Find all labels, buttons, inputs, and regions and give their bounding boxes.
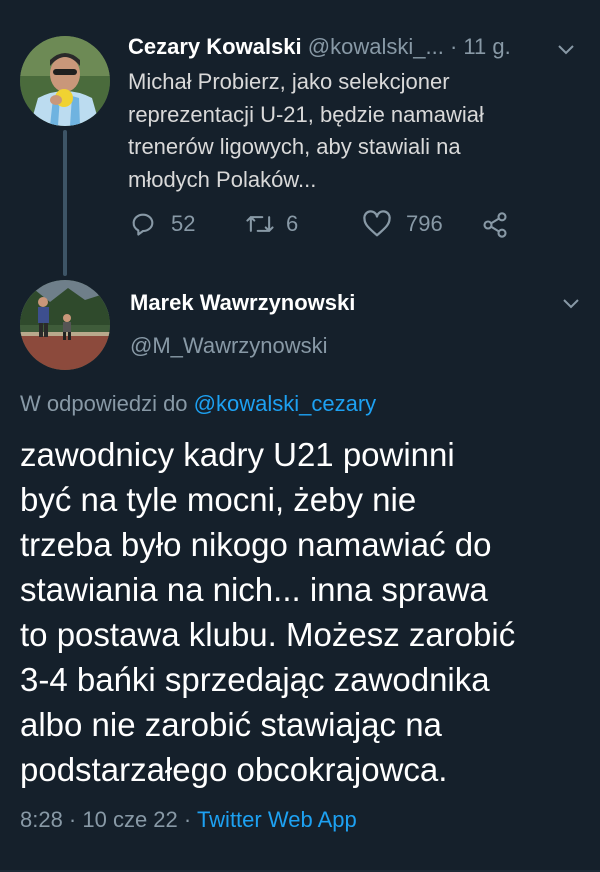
reply-count: 52 (171, 211, 196, 236)
like-button[interactable]: 796 (362, 210, 443, 238)
tweet2-source-link[interactable]: Twitter Web App (197, 807, 357, 832)
tweet2-text-line: stawiania na nich... inna sprawa (20, 571, 488, 608)
avatar-cezary-kowalski[interactable] (20, 36, 110, 126)
tweet2-text: zawodnicy kadry U21 powinni być na tyle … (20, 432, 515, 792)
chevron-down-icon[interactable] (559, 291, 583, 315)
tweet2-text-line: to postawa klubu. Możesz zarobić (20, 616, 516, 653)
tweet2-meta: 8:28 · 10 cze 22 · Twitter Web App (20, 807, 357, 833)
tweet2-author-name[interactable]: Marek Wawrzynowski (130, 290, 355, 316)
avatar-image (20, 36, 110, 126)
avatar-image (20, 280, 110, 370)
tweet2-text-line: zawodnicy kadry U21 powinni (20, 436, 455, 473)
thread-connector-line (63, 130, 67, 276)
tweet1-text-line: trenerów ligowych, aby stawiali na (128, 134, 461, 159)
tweet1-time-separator: · (449, 34, 458, 59)
retweet-icon (246, 216, 274, 232)
share-icon[interactable] (481, 211, 509, 239)
tweet1-text-line: młodych Polaków... (128, 166, 317, 192)
reply-to-mention-link[interactable]: @kowalski_cezary (194, 391, 377, 416)
reply-button[interactable]: 52 (129, 210, 195, 238)
reply-icon (132, 213, 154, 236)
tweet1-text-line: reprezentacji U-21, będzie namawiał (128, 101, 484, 127)
tweet1-time[interactable]: 11 g. (463, 34, 510, 59)
tweet2-text-line: albo nie zarobić stawiając na (20, 706, 442, 743)
like-count: 796 (406, 211, 443, 236)
retweet-count: 6 (286, 211, 299, 236)
reply-context-label: W odpowiedzi do (20, 391, 188, 416)
tweet2-text-line: trzeba było nikogo namawiać do (20, 526, 492, 563)
tweet1-text-line: Michał Probierz, jako selekcjoner (128, 69, 450, 94)
tweet2-text-line: podstarzałego obcokrajowca. (20, 751, 448, 788)
tweet1-author-name[interactable]: Cezary Kowalski (128, 34, 302, 59)
tweet2-text-line: 3-4 bańki sprzedając zawodnika (20, 661, 490, 698)
chevron-down-icon[interactable] (554, 37, 578, 61)
tweet2-text-line: być na tyle mocni, żeby nie (20, 481, 417, 518)
tweet2-timestamp[interactable]: 8:28 · 10 cze 22 · (20, 807, 191, 832)
tweet1-author-handle[interactable]: @kowalski_... (308, 34, 444, 59)
retweet-button[interactable]: 6 (244, 210, 298, 238)
tweet1-header: Cezary Kowalski @kowalski_... · 11 g. (128, 34, 511, 60)
like-icon (363, 210, 391, 237)
avatar-marek-wawrzynowski[interactable] (20, 280, 110, 370)
reply-context: W odpowiedzi do @kowalski_cezary (20, 391, 376, 417)
tweet2-author-handle[interactable]: @M_Wawrzynowski (130, 333, 328, 359)
tweet1-text: Michał Probierz, jako selekcjoner reprez… (128, 66, 484, 196)
